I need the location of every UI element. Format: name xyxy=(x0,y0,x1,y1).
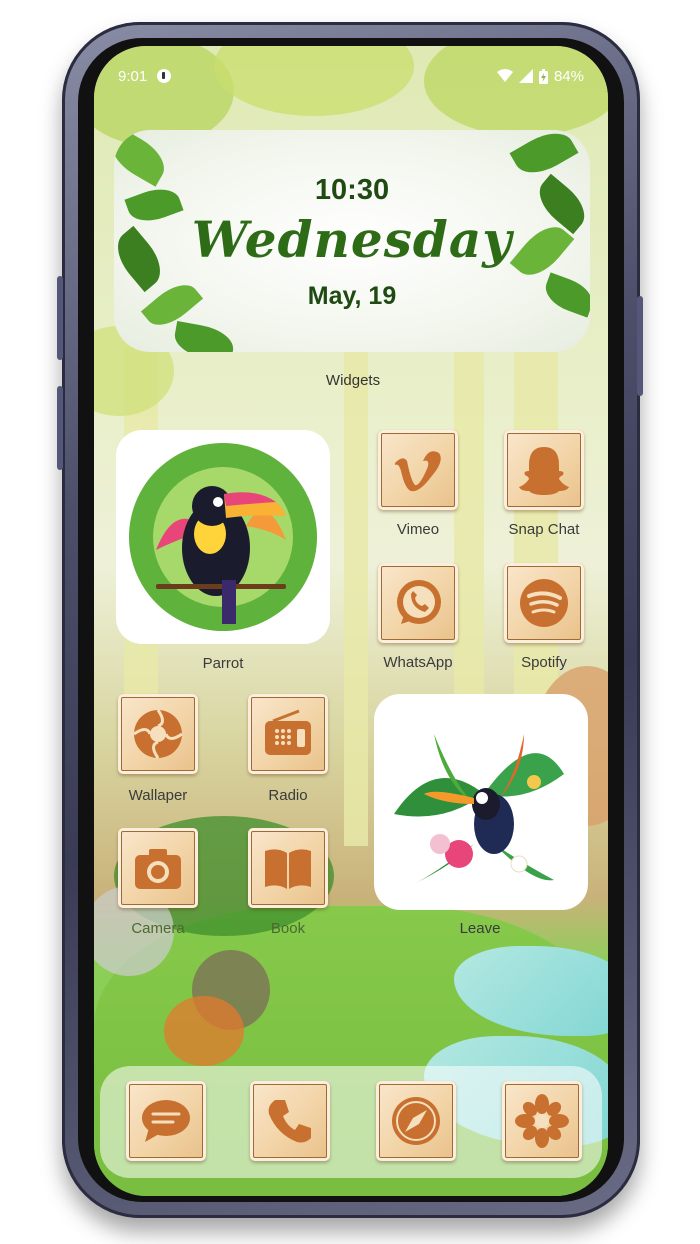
volume-down-button xyxy=(57,386,63,470)
clock-widget[interactable]: 10:30 Wednesday May, 19 xyxy=(114,130,590,352)
toucan-bouquet-illustration xyxy=(394,734,564,884)
message-icon xyxy=(142,1100,190,1142)
wallpaper-label: Wallaper xyxy=(128,787,188,804)
parrot-widget[interactable] xyxy=(116,430,330,644)
spotify-icon xyxy=(520,579,568,627)
power-button xyxy=(637,296,643,396)
compass-icon xyxy=(392,1097,440,1145)
snapchat-app-icon[interactable] xyxy=(504,430,584,510)
browser-dock-icon[interactable] xyxy=(376,1081,456,1161)
book-app-icon[interactable] xyxy=(248,828,328,908)
snapchat-label: Snap Chat xyxy=(508,521,580,538)
radio-app-icon[interactable] xyxy=(248,694,328,774)
signal-icon xyxy=(518,69,533,83)
leaf-decoration xyxy=(171,321,237,352)
wifi-icon xyxy=(496,69,513,82)
phone-icon xyxy=(268,1100,311,1143)
camera-label: Camera xyxy=(131,920,185,937)
gallery-dock-icon[interactable] xyxy=(502,1081,582,1161)
book-label: Book xyxy=(270,920,306,937)
clock-date: May, 19 xyxy=(307,282,397,310)
parrot-label: Parrot xyxy=(202,655,244,672)
spotify-app-icon[interactable] xyxy=(504,563,584,643)
battery-percent: 84% xyxy=(553,67,584,85)
aperture-icon xyxy=(133,709,183,759)
camera-icon xyxy=(135,849,181,889)
widgets-label: Widgets xyxy=(325,372,381,389)
flower-icon xyxy=(515,1094,569,1148)
tree-trunk xyxy=(344,346,368,846)
battery-icon xyxy=(538,68,548,84)
notification-icon xyxy=(157,69,172,83)
whatsapp-app-icon[interactable] xyxy=(378,563,458,643)
status-time: 9:01 xyxy=(118,67,148,85)
fox xyxy=(164,996,244,1066)
book-icon xyxy=(265,849,311,889)
vimeo-app-icon[interactable] xyxy=(378,430,458,510)
leave-label: Leave xyxy=(459,920,501,937)
wallpaper-app-icon[interactable] xyxy=(118,694,198,774)
foliage xyxy=(424,46,608,136)
leave-widget[interactable] xyxy=(374,694,588,910)
radio-icon xyxy=(265,709,311,755)
spotify-label: Spotify xyxy=(521,654,567,671)
camera-app-icon[interactable] xyxy=(118,828,198,908)
status-bar: 9:01 84% xyxy=(94,64,608,88)
status-icons: 84% xyxy=(496,67,584,85)
home-screen: 9:01 84% 10:30 Wednesday May, 19 Widgets xyxy=(94,46,608,1196)
radio-label: Radio xyxy=(268,787,308,804)
vimeo-icon xyxy=(395,451,441,492)
vimeo-label: Vimeo xyxy=(396,521,440,538)
whatsapp-icon xyxy=(397,580,441,624)
clock-time: 10:30 xyxy=(314,174,390,206)
phone-dock-icon[interactable] xyxy=(250,1081,330,1161)
messages-dock-icon[interactable] xyxy=(126,1081,206,1161)
clock-day: Wednesday xyxy=(191,210,513,269)
snapchat-icon xyxy=(519,447,569,495)
toucan-illustration xyxy=(129,443,317,631)
volume-up-button xyxy=(57,276,63,360)
whatsapp-label: WhatsApp xyxy=(383,654,453,671)
